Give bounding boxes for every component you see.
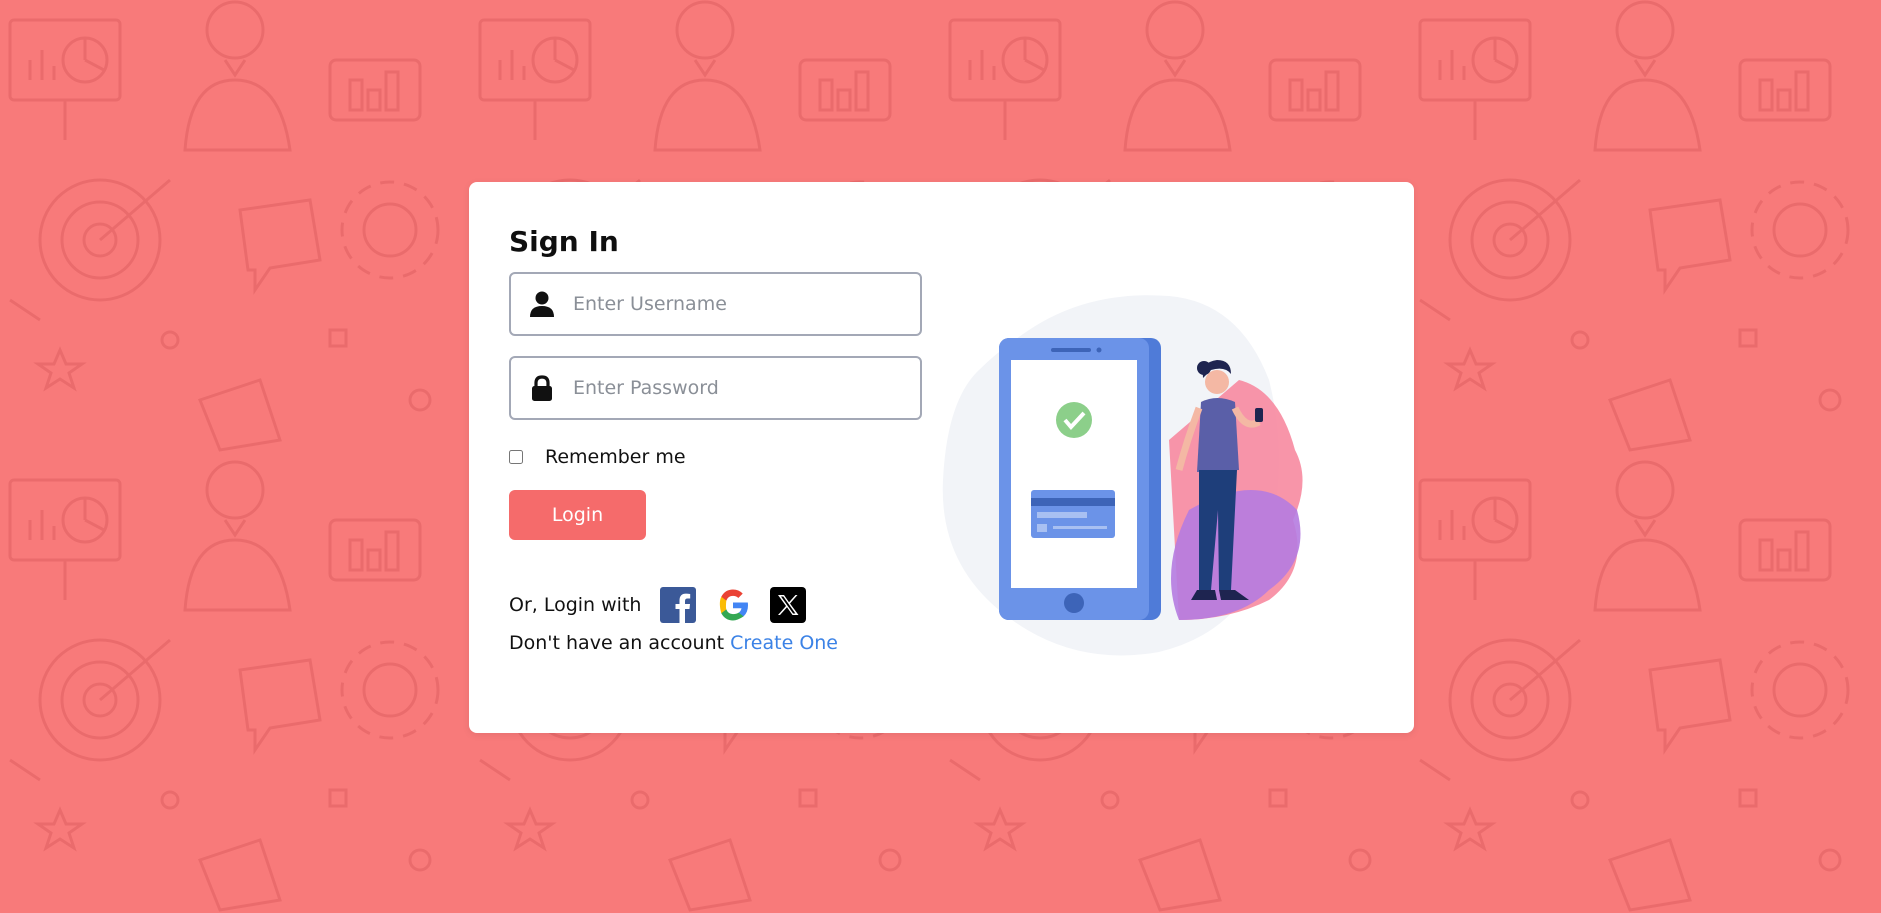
- remember-me-checkbox[interactable]: [509, 450, 523, 464]
- lock-icon: [529, 374, 555, 402]
- password-field[interactable]: [509, 356, 922, 420]
- remember-me-row: Remember me: [509, 444, 923, 470]
- facebook-icon[interactable]: [660, 587, 697, 623]
- no-account-text: Don't have an account: [509, 632, 725, 654]
- user-icon: [529, 290, 555, 318]
- username-input[interactable]: [571, 292, 895, 316]
- social-login-row: Or, Login with: [509, 586, 923, 624]
- login-card: Sign In Remember me Login: [469, 182, 1414, 733]
- login-button[interactable]: Login: [509, 490, 646, 540]
- create-account-row: Don't have an account Create One: [509, 628, 923, 658]
- google-icon[interactable]: [715, 587, 751, 623]
- password-input[interactable]: [571, 376, 895, 400]
- page-title: Sign In: [509, 225, 619, 258]
- username-field[interactable]: [509, 272, 922, 336]
- or-login-with-text: Or, Login with: [509, 594, 642, 616]
- remember-me-label[interactable]: Remember me: [545, 446, 686, 468]
- login-illustration: [942, 295, 1303, 656]
- create-account-link[interactable]: Create One: [730, 632, 838, 654]
- login-form: Sign In Remember me Login: [509, 222, 923, 658]
- x-icon[interactable]: [770, 587, 807, 623]
